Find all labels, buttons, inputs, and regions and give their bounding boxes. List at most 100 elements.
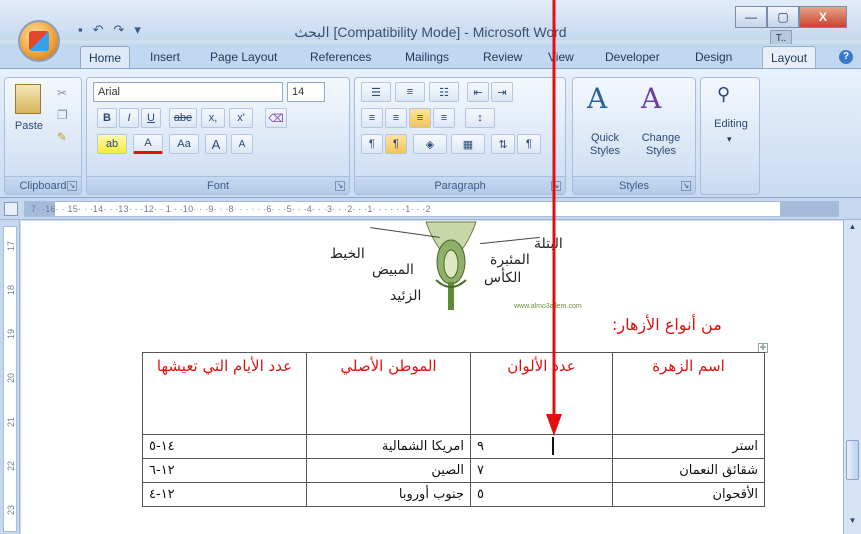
binoculars-icon[interactable]: ⚲ xyxy=(717,84,730,105)
scroll-thumb[interactable] xyxy=(846,440,859,480)
paste-button-label[interactable]: Paste xyxy=(9,120,49,133)
format-painter-icon[interactable]: ✎ xyxy=(57,130,67,144)
align-center-icon[interactable]: ≡ xyxy=(385,108,407,128)
scroll-down-icon[interactable]: ▼ xyxy=(846,516,859,530)
vruler-number: 19 xyxy=(6,329,16,340)
change-styles-icon[interactable]: A xyxy=(641,82,661,115)
scroll-up-icon[interactable]: ▲ xyxy=(846,222,859,236)
vruler-number: 23 xyxy=(6,505,16,516)
tab-insert[interactable]: Insert xyxy=(150,50,180,64)
copy-icon[interactable]: ❐ xyxy=(57,108,68,122)
grow-font-button[interactable]: A xyxy=(205,134,227,154)
show-marks-icon[interactable]: ¶ xyxy=(517,134,541,154)
vruler-number: 18 xyxy=(6,285,16,296)
increase-indent-icon[interactable]: ⇥ xyxy=(491,82,513,102)
align-right-icon[interactable]: ≡ xyxy=(409,108,431,128)
table-cell[interactable]: ٥ xyxy=(470,482,613,507)
numbering-icon[interactable]: ≡ xyxy=(395,82,425,102)
paragraph-launcher-icon[interactable]: ↘ xyxy=(551,181,561,191)
quick-styles-icon[interactable]: A xyxy=(587,82,607,115)
table-cell[interactable]: شقائق النعمان xyxy=(612,458,765,483)
table-header-cell[interactable]: الموطن الأصلي xyxy=(306,352,471,435)
tab-home[interactable]: Home xyxy=(80,46,131,70)
table-header-cell[interactable]: عدد الأيام التي تعيشها xyxy=(142,352,307,435)
table-header-cell[interactable]: اسم الزهرة xyxy=(612,352,765,435)
subscript-button[interactable]: x, xyxy=(201,108,225,128)
window-controls: — ▢ X xyxy=(735,6,847,28)
tab-review[interactable]: Review xyxy=(483,50,522,64)
strikethrough-button[interactable]: abe xyxy=(169,108,197,128)
table-cell[interactable]: الأقحوان xyxy=(612,482,765,507)
table-cell[interactable]: ١٢-٦ xyxy=(142,458,307,483)
tab-design[interactable]: Design xyxy=(695,50,732,64)
styles-launcher-icon[interactable]: ↘ xyxy=(681,181,691,191)
text-cursor xyxy=(552,437,554,455)
highlight-color-icon[interactable]: ab xyxy=(97,134,127,154)
table-cell[interactable]: استر xyxy=(612,434,765,459)
shading-icon[interactable]: ◈ xyxy=(413,134,447,154)
vertical-scrollbar[interactable]: ▲ ▼ xyxy=(843,220,861,534)
paste-icon[interactable] xyxy=(15,84,41,114)
line-spacing-icon[interactable]: ↕ xyxy=(465,108,495,128)
close-button[interactable]: X xyxy=(799,6,847,28)
table-cell[interactable]: ٧ xyxy=(470,458,613,483)
bold-button[interactable]: B xyxy=(97,108,117,128)
table-cell[interactable]: ١٤-٥ xyxy=(142,434,307,459)
quick-styles-button[interactable]: Quick Styles xyxy=(577,132,633,158)
table-header-row: اسم الزهرة عدد الألوان الموطن الأصلي عدد… xyxy=(142,352,765,435)
table-row: شقائق النعمان ٧ الصين ١٢-٦ xyxy=(142,458,765,483)
tab-selector[interactable] xyxy=(4,202,18,216)
font-family-select[interactable]: Arial xyxy=(93,82,283,102)
table-header-cell[interactable]: عدد الألوان xyxy=(470,352,613,435)
minimize-button[interactable]: — xyxy=(735,6,767,28)
help-icon[interactable]: ? xyxy=(839,50,853,64)
justify-icon[interactable]: ≡ xyxy=(433,108,455,128)
vertical-ruler-track: 17 18 19 20 21 22 23 xyxy=(3,226,17,532)
cut-icon[interactable]: ✂ xyxy=(57,86,67,100)
tab-mailings[interactable]: Mailings xyxy=(405,50,449,64)
decrease-indent-icon[interactable]: ⇤ xyxy=(467,82,489,102)
font-size-select[interactable]: 14 xyxy=(287,82,325,102)
office-button[interactable] xyxy=(18,20,60,62)
change-case-button[interactable]: Aa xyxy=(169,134,199,154)
maximize-button[interactable]: ▢ xyxy=(767,6,799,28)
multilevel-list-icon[interactable]: ☷ xyxy=(429,82,459,102)
tab-references[interactable]: References xyxy=(310,50,371,64)
tab-view[interactable]: View xyxy=(548,50,574,64)
editing-dropdown-icon[interactable]: ▾ xyxy=(727,134,732,145)
flowers-table[interactable]: اسم الزهرة عدد الألوان الموطن الأصلي عدد… xyxy=(142,352,765,507)
table-cell[interactable]: ٩ xyxy=(470,434,613,459)
office-logo-icon xyxy=(29,31,49,51)
editing-button[interactable]: Editing xyxy=(703,118,759,131)
diagram-label: البتلة xyxy=(534,236,563,252)
tab-developer[interactable]: Developer xyxy=(605,50,660,64)
align-left-icon[interactable]: ≡ xyxy=(361,108,383,128)
italic-button[interactable]: I xyxy=(119,108,139,128)
borders-icon[interactable]: ▦ xyxy=(451,134,485,154)
ltr-icon[interactable]: ¶ xyxy=(361,134,383,154)
shrink-font-button[interactable]: A xyxy=(231,134,253,154)
table-cell[interactable]: ١٢-٤ xyxy=(142,482,307,507)
underline-button[interactable]: U xyxy=(141,108,161,128)
clipboard-launcher-icon[interactable]: ↘ xyxy=(67,181,77,191)
ruler-numbers: 7· ·16· · 15· · ·14· · ·13· · ·12· · 1 ·… xyxy=(31,204,431,214)
bullets-icon[interactable]: ☰ xyxy=(361,82,391,102)
font-group: Arial 14 B I U abe x, x' ⌫ ab A Aa A A F… xyxy=(86,77,350,195)
font-color-icon[interactable]: A xyxy=(133,134,163,154)
flower-diagram-image xyxy=(425,221,477,310)
tab-layout[interactable]: Layout xyxy=(762,46,817,70)
table-cell[interactable]: امريكا الشمالية xyxy=(306,434,471,459)
font-launcher-icon[interactable]: ↘ xyxy=(335,181,345,191)
sort-icon[interactable]: ⇅ xyxy=(491,134,515,154)
change-styles-button[interactable]: Change Styles xyxy=(631,132,691,158)
tab-page-layout[interactable]: Page Layout xyxy=(210,50,277,64)
clear-formatting-icon[interactable]: ⌫ xyxy=(265,108,287,128)
table-cell[interactable]: الصين xyxy=(306,458,471,483)
paragraph-group: ☰ ≡ ☷ ⇤ ⇥ ≡ ≡ ≡ ≡ ↕ ¶ ¶ ◈ ▦ ⇅ ¶ Paragrap… xyxy=(354,77,566,195)
horizontal-ruler[interactable]: 7· ·16· · 15· · ·14· · ·13· · ·12· · 1 ·… xyxy=(24,201,839,217)
table-cell[interactable]: جنوب أوروبا xyxy=(306,482,471,507)
table-row: استر ٩ امريكا الشمالية ١٤-٥ xyxy=(142,434,765,459)
paragraph-group-label: Paragraph xyxy=(355,176,565,194)
superscript-button[interactable]: x' xyxy=(229,108,253,128)
rtl-icon[interactable]: ¶ xyxy=(385,134,407,154)
